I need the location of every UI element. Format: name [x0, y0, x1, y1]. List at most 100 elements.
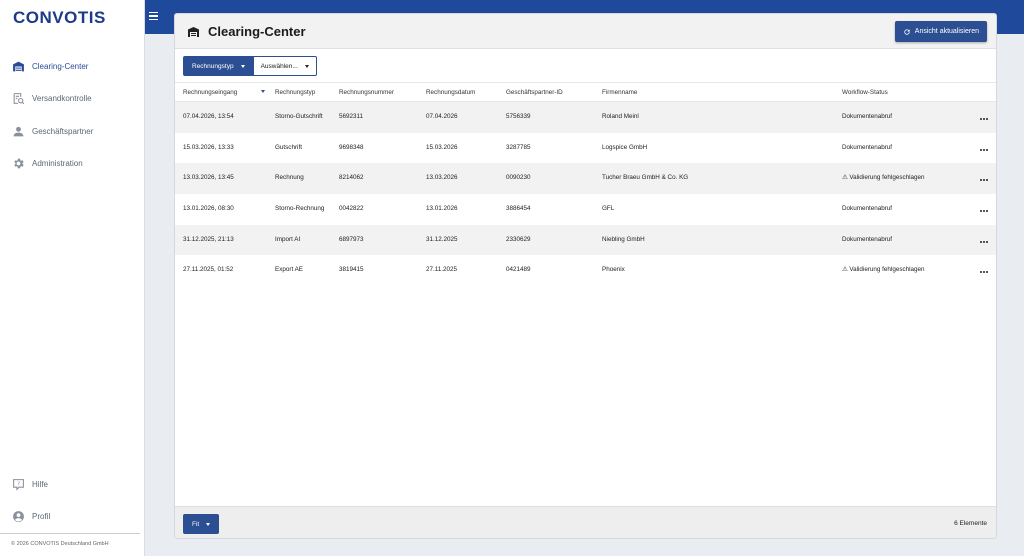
sidebar-item-label: Clearing-Center — [32, 61, 89, 71]
cell-workflow-status: Dokumentenabruf — [842, 205, 893, 213]
cell-geschaeftspartner-id: 5756339 — [506, 113, 531, 120]
row-actions-icon[interactable] — [980, 238, 990, 243]
fit-label: Fit — [192, 520, 200, 528]
sidebar-item-geschaeftspartner[interactable]: Geschäftspartner — [0, 115, 145, 148]
sidebar: CONVOTIS Clearing-Center Versandkontroll… — [0, 0, 145, 556]
cell-rechnungsdatum: 31.12.2025 — [426, 235, 458, 243]
column-header-rechnungseingang[interactable]: Rechnungseingang — [183, 89, 237, 96]
row-actions-icon[interactable] — [980, 268, 990, 274]
table-row[interactable]: 07.04.2026, 13:54 Storno-Gutschrift 5692… — [175, 102, 996, 133]
cell-firmenname: Logspice GmbH — [602, 143, 648, 151]
sidebar-item-hilfe[interactable]: ? Hilfe — [0, 468, 145, 501]
caret-down-icon — [240, 64, 245, 68]
cell-workflow-status: Dokumentenabruf — [842, 143, 893, 151]
table-row[interactable]: 27.11.2025, 01:52 Export AE 3819415 27.1… — [175, 255, 996, 286]
card-header: Clearing-Center Ansicht aktualisieren — [175, 14, 996, 49]
fit-button[interactable]: Fit — [183, 514, 220, 534]
cell-rechnungsdatum: 13.01.2026 — [426, 205, 458, 213]
column-header-rechnungsdatum[interactable]: Rechnungsdatum — [426, 89, 475, 96]
cell-workflow-status: ⚠ Validierung fehlgeschlagen — [842, 266, 925, 274]
cell-rechnungseingang: 31.12.2025, 21:13 — [183, 235, 234, 243]
cell-rechnungsnummer: 5692311 — [339, 113, 364, 120]
logo[interactable]: CONVOTIS — [13, 8, 106, 28]
row-actions-icon[interactable] — [980, 176, 990, 182]
cell-rechnungstyp: Export AE — [275, 266, 304, 274]
gear-icon — [14, 158, 24, 169]
table-row[interactable]: 13.03.2026, 13:45 Rechnung 8214062 13.03… — [175, 163, 996, 195]
cell-rechnungstyp: Gutschrift — [275, 143, 302, 151]
row-actions-icon[interactable] — [980, 207, 990, 213]
person-icon — [13, 126, 24, 137]
sidebar-bottom-nav: ? Hilfe Profil — [0, 468, 145, 533]
cell-workflow-status: ⚠ Validierung fehlgeschlagen — [842, 174, 925, 182]
cell-firmenname: Phoenix — [602, 266, 625, 274]
cell-rechnungstyp: Rechnung — [275, 174, 304, 182]
invoice-type-filter-button[interactable]: Rechnungstyp — [183, 56, 254, 76]
cell-rechnungstyp: Storno-Rechnung — [275, 205, 325, 213]
cell-firmenname: Roland Meinl — [602, 113, 639, 120]
table-header: Rechnungseingang Rechnungstyp Rechnungsn… — [175, 82, 996, 102]
warehouse-icon — [188, 27, 199, 37]
cell-firmenname: Niebling GmbH — [602, 235, 645, 243]
item-count: 6 Elemente — [954, 520, 987, 527]
column-header-rechnungsnummer[interactable]: Rechnungsnummer — [339, 89, 394, 96]
sidebar-item-label: Administration — [32, 159, 83, 169]
main-card: Clearing-Center Ansicht aktualisieren Re… — [174, 13, 997, 539]
refresh-view-button[interactable]: Ansicht aktualisieren — [894, 21, 987, 42]
sidebar-item-label: Hilfe — [32, 479, 49, 489]
cell-rechnungsdatum: 13.03.2026 — [426, 174, 458, 182]
table-row[interactable]: 31.12.2025, 21:13 Import AI 6897973 31.1… — [175, 224, 996, 256]
cell-rechnungseingang: 27.11.2025, 01:52 — [183, 266, 234, 274]
account-circle-icon — [13, 511, 24, 523]
invoice-table: Rechnungseingang Rechnungstyp Rechnungsn… — [175, 82, 996, 286]
caret-down-icon — [206, 522, 211, 526]
help-icon: ? — [13, 478, 24, 491]
invoice-type-filter-label: Rechnungstyp — [192, 62, 234, 70]
cell-firmenname: Tucher Braeu GmbH & Co. KG — [602, 174, 689, 182]
column-header-rechnungstyp[interactable]: Rechnungstyp — [275, 89, 315, 96]
invoice-type-select[interactable]: Auswählen... — [253, 56, 317, 76]
cell-rechnungsnummer: 8214062 — [339, 174, 364, 182]
cell-rechnungsdatum: 07.04.2026 — [426, 113, 458, 120]
card-footer: Fit 6 Elemente — [175, 506, 996, 538]
row-actions-icon[interactable] — [980, 115, 990, 120]
cell-workflow-status: Dokumentenabruf — [842, 113, 893, 120]
column-header-workflow-status[interactable]: Workflow-Status — [842, 89, 888, 96]
invoice-type-select-value: Auswählen... — [260, 62, 298, 70]
cell-geschaeftspartner-id: 0090230 — [506, 174, 531, 182]
cell-rechnungsnummer: 0042822 — [339, 205, 364, 213]
sidebar-item-label: Versandkontrolle — [32, 94, 92, 104]
cell-geschaeftspartner-id: 3287785 — [506, 143, 531, 151]
cell-rechnungsnummer: 3819415 — [339, 266, 364, 274]
refresh-icon — [904, 28, 910, 35]
table-row[interactable]: 15.03.2026, 13:33 Gutschrift 9698348 15.… — [175, 133, 996, 164]
copyright: © 2026 CONVOTIS Deutschland GmbH — [0, 533, 140, 547]
cell-geschaeftspartner-id: 0421489 — [506, 266, 531, 274]
refresh-view-label: Ansicht aktualisieren — [914, 28, 979, 35]
column-header-geschaeftspartner-id[interactable]: Geschäftspartner-ID — [506, 89, 563, 96]
caret-down-icon — [304, 64, 309, 68]
cell-rechnungsnummer: 9698348 — [339, 143, 364, 151]
cell-rechnungsdatum: 15.03.2026 — [426, 143, 458, 151]
sidebar-item-administration[interactable]: Administration — [0, 148, 145, 181]
sidebar-item-profil[interactable]: Profil — [0, 501, 145, 534]
cell-rechnungsnummer: 6897973 — [339, 235, 364, 243]
sidebar-item-label: Profil — [32, 512, 51, 522]
warehouse-icon — [13, 61, 24, 72]
cell-rechnungseingang: 13.01.2026, 08:30 — [183, 205, 234, 213]
cell-rechnungstyp: Storno-Gutschrift — [275, 113, 323, 120]
sidebar-item-versandkontrolle[interactable]: Versandkontrolle — [0, 83, 145, 116]
cell-firmenname: GFL — [602, 205, 615, 213]
menu-icon[interactable] — [149, 12, 158, 21]
cell-rechnungsdatum: 27.11.2025 — [426, 266, 458, 274]
cell-rechnungstyp: Import AI — [275, 235, 301, 243]
table-row[interactable]: 13.01.2026, 08:30 Storno-Rechnung 004282… — [175, 194, 996, 225]
column-header-firmenname[interactable]: Firmenname — [602, 89, 637, 96]
sort-desc-icon[interactable] — [261, 90, 265, 93]
filter-bar: Rechnungstyp Auswählen... — [183, 56, 317, 76]
cell-workflow-status: Dokumentenabruf — [842, 235, 893, 243]
svg-text:?: ? — [17, 481, 20, 487]
sidebar-item-clearing-center[interactable]: Clearing-Center — [0, 50, 145, 83]
row-actions-icon[interactable] — [980, 146, 990, 151]
cell-geschaeftspartner-id: 3886454 — [506, 205, 531, 213]
